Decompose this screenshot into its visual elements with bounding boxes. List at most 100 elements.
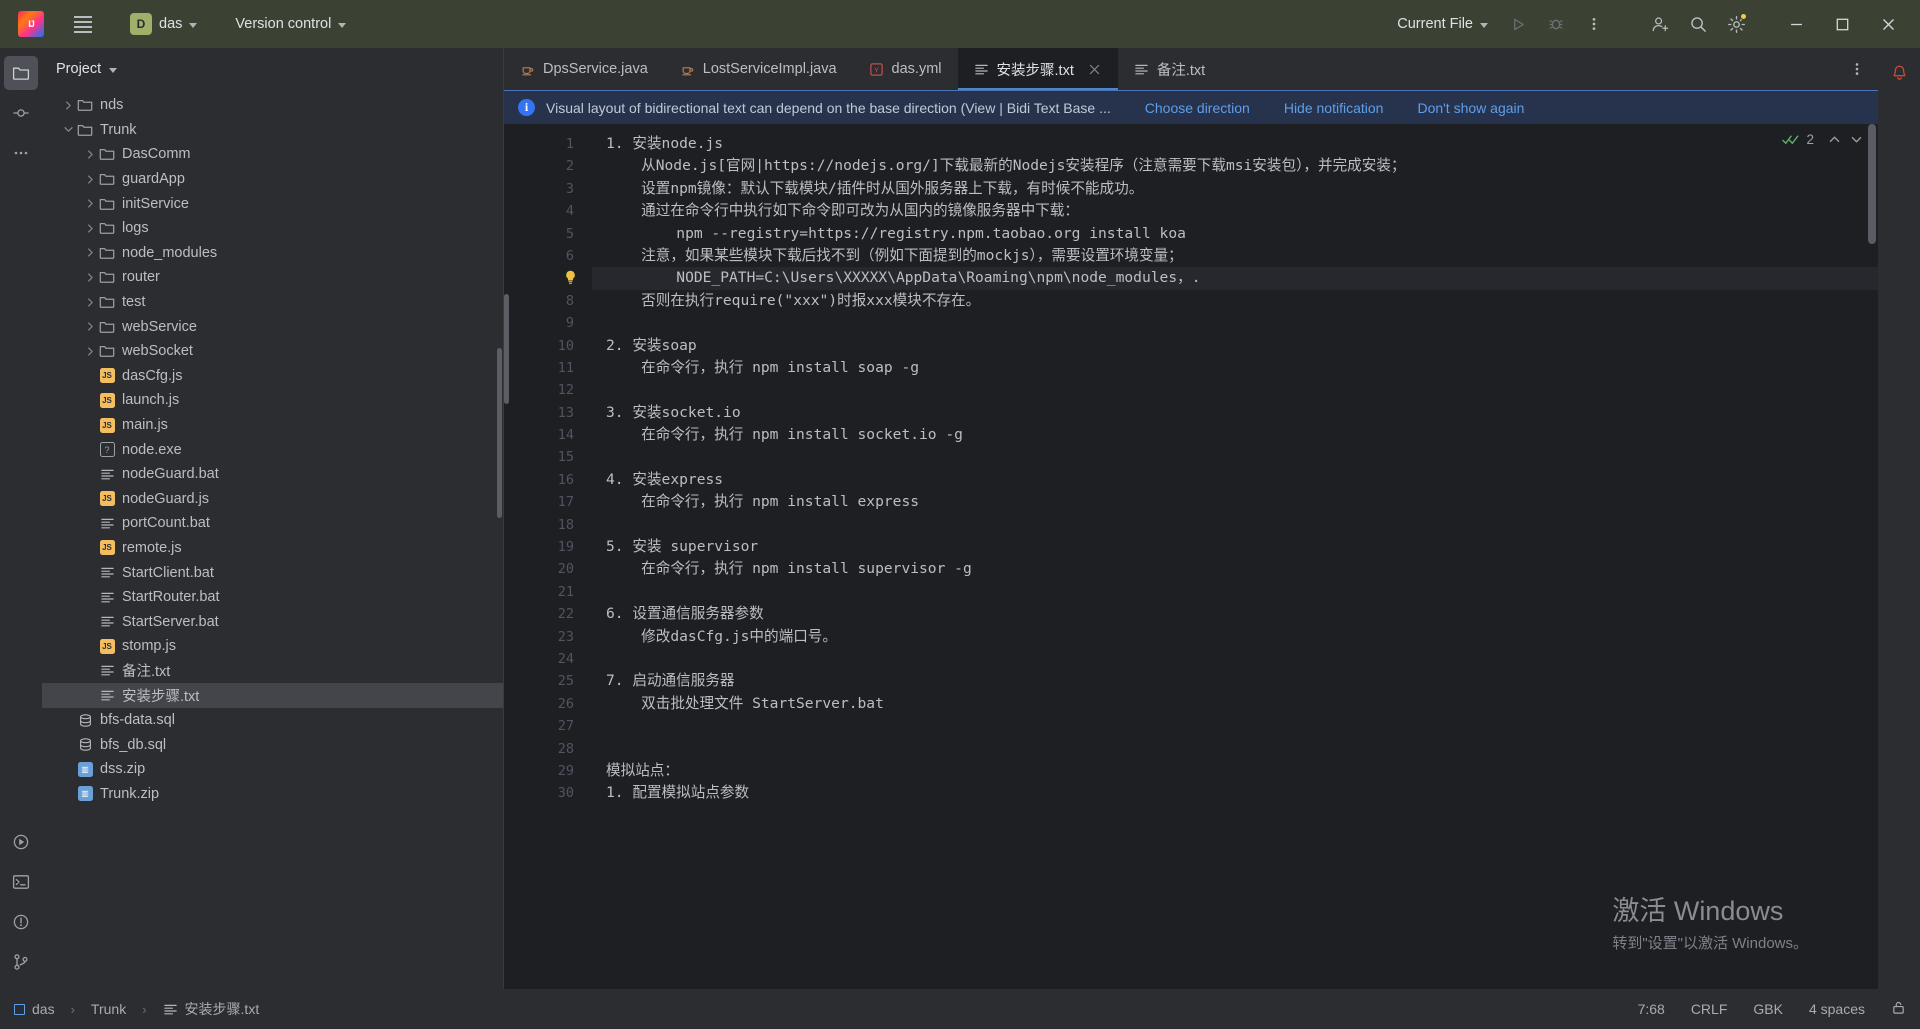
code-line[interactable]: 修改dasCfg.js中的端口号。 xyxy=(592,626,1878,648)
code-line[interactable] xyxy=(592,648,1878,670)
project-panel-header[interactable]: Project xyxy=(42,48,503,90)
project-selector[interactable]: D das xyxy=(122,9,205,39)
sidebar-item-more[interactable] xyxy=(4,136,38,170)
editor-tab[interactable]: Ydas.yml xyxy=(853,48,958,90)
code-line[interactable] xyxy=(592,514,1878,536)
code-line[interactable]: 从Node.js[官网|https://nodejs.org/]下载最新的Nod… xyxy=(592,155,1878,177)
editor-tab[interactable]: 备注.txt xyxy=(1118,48,1221,90)
gutter-scrollbar[interactable] xyxy=(504,294,509,404)
code-line[interactable]: 3. 安装socket.io xyxy=(592,402,1878,424)
tree-expand-arrow[interactable] xyxy=(82,220,98,236)
tree-expand-arrow[interactable] xyxy=(82,491,98,507)
tree-expand-arrow[interactable] xyxy=(82,146,98,162)
tree-item[interactable]: ▥ Trunk.zip xyxy=(42,782,503,807)
code-line[interactable]: 模拟站点： xyxy=(592,760,1878,782)
code-line[interactable] xyxy=(592,581,1878,603)
line-number-gutter[interactable]: 1234567891011121314151617181920212223242… xyxy=(504,124,592,989)
code-line[interactable]: NODE_PATH=C:\Users\XXXXX\AppData\Roaming… xyxy=(592,267,1878,290)
tree-expand-arrow[interactable] xyxy=(60,761,76,777)
project-tree[interactable]: nds Trunk DasComm guardApp initService logs no… xyxy=(42,90,503,989)
code-line[interactable]: 在命令行，执行 npm install socket.io -g xyxy=(592,424,1878,446)
tree-item[interactable]: StartClient.bat xyxy=(42,560,503,585)
tree-expand-arrow[interactable] xyxy=(82,196,98,212)
search-icon[interactable] xyxy=(1680,6,1716,42)
code-line[interactable]: 注意，如果某些模块下载后找不到（例如下面提到的mockjs），需要设置环境变量； xyxy=(592,245,1878,267)
sidebar-item-version-control[interactable] xyxy=(4,945,38,979)
settings-gear-icon[interactable] xyxy=(1718,6,1754,42)
sidebar-item-terminal[interactable] xyxy=(4,865,38,899)
hamburger-menu-icon[interactable] xyxy=(66,7,100,41)
code-line[interactable]: 在命令行，执行 npm install supervisor -g xyxy=(592,558,1878,580)
tree-expand-arrow[interactable] xyxy=(82,688,98,704)
tree-item[interactable]: StartServer.bat xyxy=(42,609,503,634)
tree-expand-arrow[interactable] xyxy=(82,614,98,630)
caret-position[interactable]: 7:68 xyxy=(1638,1001,1665,1017)
intention-bulb-icon[interactable] xyxy=(562,269,580,287)
sidebar-item-problems[interactable] xyxy=(4,905,38,939)
tree-item[interactable]: webService xyxy=(42,314,503,339)
breadcrumb-item-trunk[interactable]: Trunk xyxy=(91,1001,126,1017)
tree-expand-arrow[interactable] xyxy=(82,417,98,433)
tree-item[interactable]: bfs_db.sql xyxy=(42,732,503,757)
sidebar-item-commit[interactable] xyxy=(4,96,38,130)
run-configuration-selector[interactable]: Current File xyxy=(1387,12,1498,36)
code-line[interactable]: 2. 安装soap xyxy=(592,335,1878,357)
code-content[interactable]: 1. 安装node.js 从Node.js[官网|https://nodejs.… xyxy=(592,124,1878,989)
tree-expand-arrow[interactable] xyxy=(60,122,76,138)
breadcrumb[interactable]: das › Trunk › 安装步骤.txt xyxy=(14,999,259,1019)
version-control-menu[interactable]: Version control xyxy=(227,12,354,36)
hide-notification-link[interactable]: Hide notification xyxy=(1284,100,1384,116)
tree-item[interactable]: 安装步骤.txt xyxy=(42,683,503,708)
debug-icon[interactable] xyxy=(1538,6,1574,42)
tree-item[interactable]: ▥ dss.zip xyxy=(42,757,503,782)
code-line[interactable]: npm --registry=https://registry.npm.taob… xyxy=(592,223,1878,245)
tree-expand-arrow[interactable] xyxy=(60,712,76,728)
tree-item[interactable]: nodeGuard.bat xyxy=(42,462,503,487)
tree-expand-arrow[interactable] xyxy=(82,245,98,261)
tree-expand-arrow[interactable] xyxy=(82,392,98,408)
tree-expand-arrow[interactable] xyxy=(82,368,98,384)
maximize-button[interactable] xyxy=(1820,1,1864,47)
tree-item[interactable]: webSocket xyxy=(42,339,503,364)
code-line[interactable]: 1. 配置模拟站点参数 xyxy=(592,782,1878,804)
code-line[interactable]: 在命令行，执行 npm install express xyxy=(592,491,1878,513)
tree-item[interactable]: DasComm xyxy=(42,142,503,167)
sidebar-item-project[interactable] xyxy=(4,56,38,90)
project-tree-scrollbar[interactable] xyxy=(497,348,502,518)
tree-expand-arrow[interactable] xyxy=(82,466,98,482)
tree-expand-arrow[interactable] xyxy=(60,97,76,113)
tree-item[interactable]: JS main.js xyxy=(42,413,503,438)
tree-item[interactable]: router xyxy=(42,265,503,290)
code-line[interactable]: 4. 安装express xyxy=(592,469,1878,491)
tree-item[interactable]: JS launch.js xyxy=(42,388,503,413)
code-line[interactable]: 7. 启动通信服务器 xyxy=(592,670,1878,692)
editor-tab[interactable]: DpsService.java xyxy=(504,48,664,90)
code-line[interactable] xyxy=(592,446,1878,468)
inspection-widget[interactable]: 2 xyxy=(1782,132,1864,147)
tree-expand-arrow[interactable] xyxy=(60,737,76,753)
tree-item[interactable]: bfs-data.sql xyxy=(42,708,503,733)
indent-setting[interactable]: 4 spaces xyxy=(1809,1001,1865,1017)
tree-item[interactable]: logs xyxy=(42,216,503,241)
code-line[interactable] xyxy=(592,738,1878,760)
tree-expand-arrow[interactable] xyxy=(82,663,98,679)
tree-item[interactable]: StartRouter.bat xyxy=(42,585,503,610)
editor-options-icon[interactable] xyxy=(1836,48,1878,90)
tree-item[interactable]: JS nodeGuard.js xyxy=(42,487,503,512)
tree-item[interactable]: JS stomp.js xyxy=(42,634,503,659)
chevron-down-icon[interactable] xyxy=(109,67,118,73)
tree-expand-arrow[interactable] xyxy=(82,269,98,285)
dont-show-again-link[interactable]: Don't show again xyxy=(1417,100,1524,116)
tree-item[interactable]: test xyxy=(42,290,503,315)
tree-expand-arrow[interactable] xyxy=(82,638,98,654)
code-line[interactable]: 1. 安装node.js xyxy=(592,133,1878,155)
tree-item[interactable]: 备注.txt xyxy=(42,659,503,684)
tree-expand-arrow[interactable] xyxy=(82,319,98,335)
breadcrumb-item-file[interactable]: 安装步骤.txt xyxy=(185,999,260,1019)
tree-expand-arrow[interactable] xyxy=(82,565,98,581)
tree-item[interactable]: node_modules xyxy=(42,241,503,266)
choose-direction-link[interactable]: Choose direction xyxy=(1145,100,1250,116)
tree-item[interactable]: ? node.exe xyxy=(42,437,503,462)
code-line[interactable] xyxy=(592,715,1878,737)
tree-item[interactable]: guardApp xyxy=(42,167,503,192)
